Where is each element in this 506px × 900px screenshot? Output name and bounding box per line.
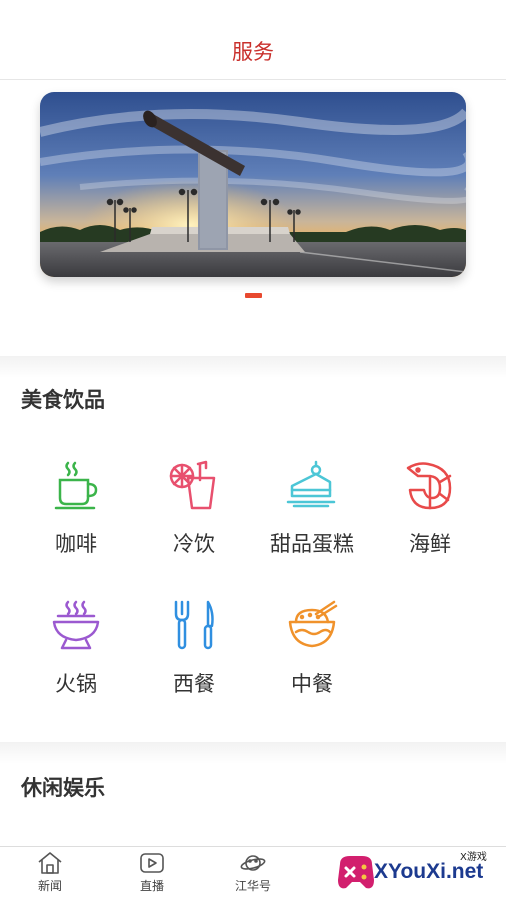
- category-chinese-food[interactable]: 中餐: [252, 600, 372, 698]
- category-label: 咖啡: [55, 532, 97, 556]
- cake-icon: [286, 460, 336, 508]
- section-divider: [0, 742, 506, 764]
- home-icon: [38, 852, 62, 874]
- seafood-shrimp-icon: [406, 462, 452, 510]
- category-label: 中餐: [291, 672, 333, 696]
- category-label: 甜品蛋糕: [270, 532, 354, 556]
- hotpot-icon: [52, 600, 100, 650]
- tab-label: 新闻: [37, 879, 62, 893]
- category-dessert[interactable]: 甜品蛋糕: [252, 460, 372, 558]
- top-header: 服务: [0, 0, 506, 80]
- category-label: 火锅: [55, 672, 97, 696]
- category-label: 西餐: [173, 672, 215, 696]
- gamepad-logo-icon: [338, 856, 374, 889]
- section-title-food: 美食饮品: [21, 388, 105, 412]
- category-label: 冷饮: [173, 532, 215, 556]
- tab-label: 江华号: [234, 879, 271, 893]
- category-label: 海鲜: [409, 532, 451, 556]
- tab-jianghua[interactable]: 江华号: [203, 851, 303, 894]
- category-hotpot[interactable]: 火锅: [16, 600, 136, 698]
- category-coffee[interactable]: 咖啡: [16, 460, 136, 558]
- banner-image: [40, 92, 466, 277]
- planet-icon: [240, 855, 266, 871]
- category-western-food[interactable]: 西餐: [134, 600, 254, 698]
- coffee-cup-icon: [54, 461, 98, 510]
- tab-label: 直播: [139, 879, 164, 893]
- tab-news[interactable]: 新闻: [0, 851, 100, 894]
- watermark-text: XYouXi.net: [374, 860, 484, 883]
- page-title: 服务: [232, 40, 274, 64]
- play-icon: [140, 853, 164, 873]
- tab-live[interactable]: 直播: [102, 851, 202, 894]
- fork-knife-icon: [174, 600, 214, 650]
- banner-carousel[interactable]: [40, 92, 466, 277]
- section-title-leisure: 休闲娱乐: [21, 776, 105, 800]
- category-seafood[interactable]: 海鲜: [370, 460, 490, 558]
- category-cold-drink[interactable]: 冷饮: [134, 460, 254, 558]
- section-divider: [0, 356, 506, 378]
- watermark-logo: X游戏 XYouXi.net: [332, 846, 506, 900]
- carousel-indicator-active[interactable]: [245, 293, 262, 298]
- cold-drink-icon: [169, 460, 216, 510]
- rice-bowl-icon: [288, 600, 338, 648]
